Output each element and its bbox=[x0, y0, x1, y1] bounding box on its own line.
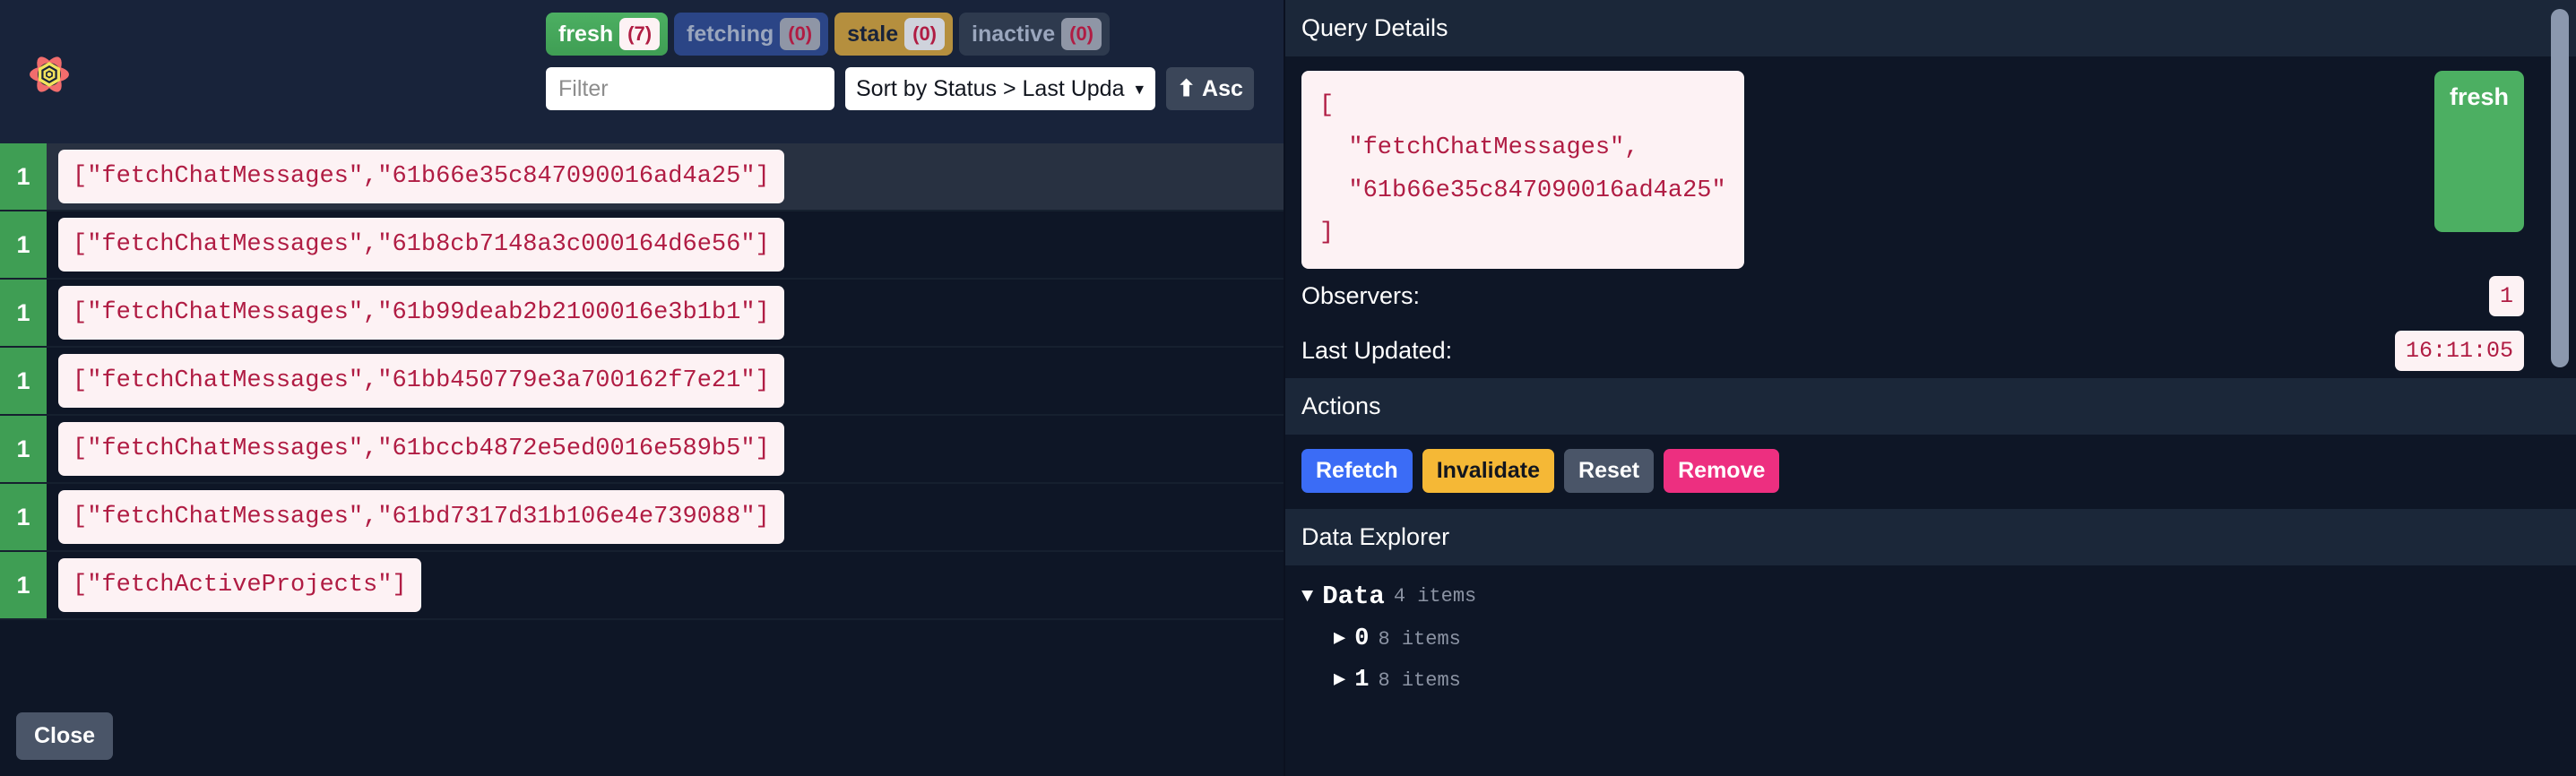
query-observer-count: 1 bbox=[0, 211, 47, 278]
sort-select[interactable]: Sort by Status > Last Upda bbox=[845, 67, 1155, 110]
status-filter-inactive[interactable]: inactive (0) bbox=[959, 13, 1111, 56]
status-filter-fetching[interactable]: fetching (0) bbox=[674, 13, 829, 56]
query-key-json: [ "fetchChatMessages", "61b66e35c8470900… bbox=[1301, 71, 1744, 269]
caret-right-icon[interactable]: ▶ bbox=[1334, 629, 1345, 649]
close-button[interactable]: Close bbox=[16, 711, 114, 760]
actions-row: Refetch Invalidate Reset Remove bbox=[1285, 435, 2576, 509]
query-key-label: ["fetchChatMessages","61bd7317d31b106e4e… bbox=[58, 490, 784, 544]
status-filter-fetching-count: (0) bbox=[780, 18, 821, 50]
query-details-body: [ "fetchChatMessages", "61b66e35c8470900… bbox=[1285, 56, 2576, 378]
status-filter-stale[interactable]: stale (0) bbox=[834, 13, 954, 56]
query-observer-count: 1 bbox=[0, 552, 47, 618]
status-filter-fresh[interactable]: fresh (7) bbox=[546, 13, 669, 56]
data-explorer-node-meta: 8 items bbox=[1378, 627, 1461, 651]
query-observer-count: 1 bbox=[0, 416, 47, 482]
invalidate-button[interactable]: Invalidate bbox=[1422, 449, 1555, 493]
status-filter-fresh-count: (7) bbox=[619, 18, 661, 50]
query-list-item[interactable]: 1 ["fetchChatMessages","61bd7317d31b106e4… bbox=[0, 484, 1284, 552]
sort-select-wrapper: Sort by Status > Last Upda ▾ bbox=[845, 67, 1155, 110]
react-query-atom-logo-icon[interactable] bbox=[13, 43, 86, 106]
caret-right-icon[interactable]: ▶ bbox=[1334, 670, 1345, 690]
query-details-header: Query Details bbox=[1285, 0, 2576, 56]
status-filter-inactive-label: inactive bbox=[972, 21, 1056, 47]
data-explorer-node[interactable]: ▼ Data 4 items bbox=[1301, 582, 2560, 611]
query-key-label: ["fetchChatMessages","61b8cb7148a3c00016… bbox=[58, 218, 784, 272]
query-list-item[interactable]: 1 ["fetchChatMessages","61b66e35c84709001… bbox=[0, 143, 1284, 211]
query-key-label: ["fetchActiveProjects"] bbox=[58, 558, 421, 612]
data-explorer-node-meta: 4 items bbox=[1393, 585, 1477, 608]
caret-down-icon[interactable]: ▼ bbox=[1301, 586, 1313, 607]
data-explorer-header: Data Explorer bbox=[1285, 509, 2576, 565]
query-key-label: ["fetchChatMessages","61bb450779e3a70016… bbox=[58, 354, 784, 408]
observers-row: Observers: 1 bbox=[1285, 269, 2576, 323]
query-key-label: ["fetchChatMessages","61bccb4872e5ed0016… bbox=[58, 422, 784, 476]
reset-button[interactable]: Reset bbox=[1564, 449, 1655, 493]
query-observer-count: 1 bbox=[0, 280, 47, 346]
remove-button[interactable]: Remove bbox=[1664, 449, 1780, 493]
status-filter-stale-count: (0) bbox=[904, 18, 946, 50]
query-list-item[interactable]: 1 ["fetchChatMessages","61bb450779e3a7001… bbox=[0, 348, 1284, 416]
filter-controls: Sort by Status > Last Upda ▾ ⬆ Asc bbox=[538, 67, 1285, 110]
last-updated-row: Last Updated: 16:11:05 bbox=[1285, 323, 2576, 378]
query-details-pane: Query Details [ "fetchChatMessages", "61… bbox=[1285, 0, 2576, 776]
query-list-item[interactable]: 1 ["fetchChatMessages","61b99deab2b210001… bbox=[0, 280, 1284, 348]
query-observer-count: 1 bbox=[0, 143, 47, 210]
query-key-label: ["fetchChatMessages","61b99deab2b2100016… bbox=[58, 286, 784, 340]
last-updated-label: Last Updated: bbox=[1301, 337, 1453, 364]
query-key-label: ["fetchChatMessages","61b66e35c847090016… bbox=[58, 150, 784, 203]
last-updated-value: 16:11:05 bbox=[2394, 331, 2524, 371]
arrow-up-icon: ⬆ bbox=[1177, 76, 1197, 101]
query-list[interactable]: 1 ["fetchChatMessages","61b66e35c84709001… bbox=[0, 143, 1284, 695]
query-list-item[interactable]: 1 ["fetchActiveProjects"] bbox=[0, 552, 1284, 620]
observers-label: Observers: bbox=[1301, 282, 1421, 309]
devtools-header: fresh (7) fetching (0) stale (0) inactiv… bbox=[0, 0, 1284, 143]
status-filter-stale-label: stale bbox=[847, 21, 899, 47]
status-filter-group: fresh (7) fetching (0) stale (0) inactiv… bbox=[538, 13, 1285, 56]
status-filter-inactive-count: (0) bbox=[1061, 18, 1102, 50]
sort-direction-label: Asc bbox=[1202, 75, 1243, 101]
sort-direction-button[interactable]: ⬆ Asc bbox=[1166, 67, 1254, 110]
filter-input[interactable] bbox=[546, 67, 834, 110]
data-explorer-node[interactable]: ▶ 0 8 items bbox=[1301, 625, 2560, 652]
react-query-devtools-panel: fresh (7) fetching (0) stale (0) inactiv… bbox=[0, 0, 2576, 776]
query-list-item[interactable]: 1 ["fetchChatMessages","61bccb4872e5ed001… bbox=[0, 416, 1284, 484]
query-list-item[interactable]: 1 ["fetchChatMessages","61b8cb7148a3c0001… bbox=[0, 211, 1284, 280]
data-explorer-node-meta: 8 items bbox=[1378, 668, 1461, 692]
data-explorer-body: ▼ Data 4 items ▶ 0 8 items ▶ 1 8 items bbox=[1285, 565, 2576, 694]
devtools-footer: Close bbox=[0, 695, 1284, 776]
query-list-pane: fresh (7) fetching (0) stale (0) inactiv… bbox=[0, 0, 1285, 776]
status-badge: fresh bbox=[2434, 71, 2524, 232]
query-observer-count: 1 bbox=[0, 484, 47, 550]
data-explorer-node-label: 0 bbox=[1354, 625, 1370, 652]
observers-value: 1 bbox=[2488, 276, 2524, 316]
status-filter-fresh-label: fresh bbox=[558, 21, 614, 47]
query-observer-count: 1 bbox=[0, 348, 47, 414]
actions-header: Actions bbox=[1285, 378, 2576, 435]
status-filter-fetching-label: fetching bbox=[687, 21, 774, 47]
refetch-button[interactable]: Refetch bbox=[1301, 449, 1413, 493]
details-scrollbar[interactable] bbox=[2551, 9, 2569, 367]
data-explorer-node-label: 1 bbox=[1354, 667, 1370, 694]
data-explorer-node-label: Data bbox=[1322, 582, 1385, 611]
data-explorer-node[interactable]: ▶ 1 8 items bbox=[1301, 667, 2560, 694]
header-controls: fresh (7) fetching (0) stale (0) inactiv… bbox=[538, 0, 1285, 110]
